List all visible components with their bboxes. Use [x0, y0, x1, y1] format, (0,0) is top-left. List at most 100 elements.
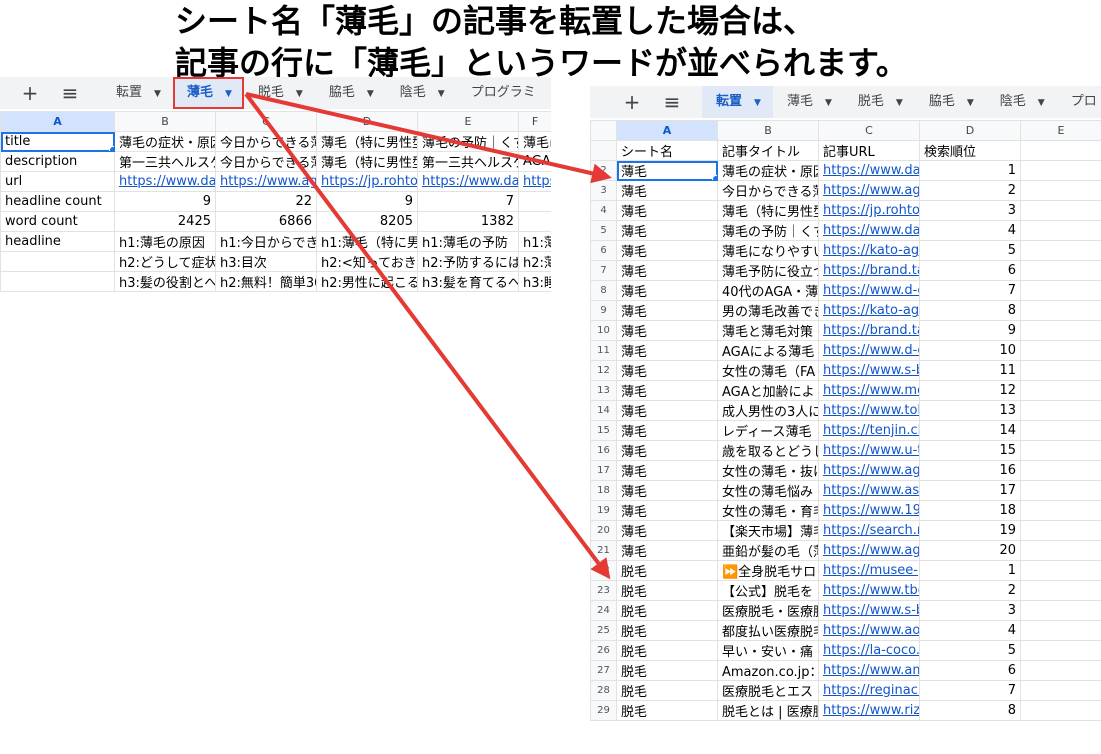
url-cell[interactable]: https://www.aoba [818, 620, 920, 641]
empty-cell[interactable] [1020, 200, 1101, 221]
table-cell[interactable]: 今日からできる薄 [215, 151, 317, 172]
caret-down-icon[interactable]: ▼ [967, 98, 974, 108]
row-number[interactable]: 22 [590, 560, 617, 581]
header-cell[interactable]: シート名 [616, 140, 718, 161]
empty-cell[interactable] [1020, 220, 1101, 241]
title-cell[interactable]: 今日からできる薄 [717, 180, 819, 201]
title-cell[interactable]: 女性の薄毛悩み [717, 480, 819, 501]
title-cell[interactable]: 薄毛の予防｜くす [717, 220, 819, 241]
rank-cell[interactable]: 6 [919, 660, 1021, 681]
title-cell[interactable]: 40代のAGA・薄 [717, 280, 819, 301]
table-cell[interactable]: 薄毛の予防｜くす [417, 131, 519, 152]
caret-down-icon[interactable]: ▼ [296, 89, 303, 99]
table-cell[interactable]: 第一三共ヘルスケ [114, 151, 216, 172]
rank-cell[interactable]: 16 [919, 460, 1021, 481]
sheet-name-cell[interactable]: 薄毛 [616, 360, 718, 381]
sheet-name-cell[interactable]: 薄毛 [616, 180, 718, 201]
url-cell[interactable]: https://kato-aga- [818, 240, 920, 261]
title-cell[interactable]: AGAと加齢によ [717, 380, 819, 401]
url-cell[interactable]: https://la-coco.cc [818, 640, 920, 661]
table-cell[interactable]: 薄毛（特に男性型 [316, 131, 418, 152]
row-label-cell[interactable]: headline [0, 231, 115, 252]
table-cell[interactable]: 第一三共ヘルスケ [417, 151, 519, 172]
title-cell[interactable]: 医療脱毛・医療脱 [717, 600, 819, 621]
url-cell[interactable]: https://www.d-cli [818, 280, 920, 301]
url-cell[interactable]: https://www.mou [818, 380, 920, 401]
empty-cell[interactable] [1020, 180, 1101, 201]
row-number[interactable]: 2 [590, 160, 617, 181]
title-cell[interactable]: 【公式】脱毛を [717, 580, 819, 601]
table-cell[interactable]: 7 [417, 191, 519, 212]
sheet-tab[interactable]: 脇毛 ▼ [315, 77, 386, 109]
rank-cell[interactable]: 4 [919, 220, 1021, 241]
sheet-name-cell[interactable]: 薄毛 [616, 200, 718, 221]
caret-down-icon[interactable]: ▼ [825, 98, 832, 108]
url-cell[interactable]: https://www.agas [818, 460, 920, 481]
sheet-name-cell[interactable]: 薄毛 [616, 220, 718, 241]
sheet-name-cell[interactable]: 薄毛 [616, 260, 718, 281]
column-header[interactable] [590, 120, 617, 141]
table-cell[interactable]: h2:予防するには [417, 251, 519, 272]
empty-cell[interactable] [1020, 640, 1101, 661]
row-number[interactable]: 11 [590, 340, 617, 361]
rank-cell[interactable]: 8 [919, 700, 1021, 721]
caret-down-icon[interactable]: ▼ [367, 89, 374, 99]
table-cell[interactable]: https://www.daiic [114, 171, 216, 192]
row-number[interactable]: 3 [590, 180, 617, 201]
row-number[interactable]: 5 [590, 220, 617, 241]
add-sheet-button[interactable]: + [618, 86, 646, 118]
title-cell[interactable]: 【楽天市場】薄毛 [717, 520, 819, 541]
column-header[interactable]: C [818, 120, 920, 141]
header-cell[interactable]: 検索順位 [919, 140, 1021, 161]
row-number[interactable]: 15 [590, 420, 617, 441]
sheet-name-cell[interactable]: 薄毛 [616, 520, 718, 541]
table-cell[interactable]: 薄毛（特に男性型 [316, 151, 418, 172]
empty-cell[interactable] [1020, 620, 1101, 641]
column-header[interactable]: D [316, 111, 418, 132]
rank-cell[interactable]: 1 [919, 560, 1021, 581]
title-cell[interactable]: Amazon.co.jp：脱 [717, 660, 819, 681]
row-label-cell[interactable]: word count [0, 211, 115, 232]
empty-cell[interactable] [1020, 520, 1101, 541]
table-cell[interactable]: 薄毛に [518, 131, 551, 152]
row-number[interactable]: 19 [590, 500, 617, 521]
empty-cell[interactable] [1020, 440, 1101, 461]
sheet-name-cell[interactable]: 脱毛 [616, 680, 718, 701]
empty-cell[interactable] [1020, 400, 1101, 421]
empty-cell[interactable] [1020, 460, 1101, 481]
sheet-name-cell[interactable]: 薄毛 [616, 280, 718, 301]
row-label-cell[interactable] [0, 251, 115, 272]
title-cell[interactable]: 早い・安い・痛 [717, 640, 819, 661]
sheet-tab[interactable]: 脱毛 ▼ [844, 86, 915, 118]
rank-cell[interactable]: 3 [919, 200, 1021, 221]
table-cell[interactable]: 1382 [417, 211, 519, 232]
title-cell[interactable]: 薄毛と薄毛対策 [717, 320, 819, 341]
empty-cell[interactable] [1020, 580, 1101, 601]
column-header[interactable]: C [215, 111, 317, 132]
sheet-tab[interactable]: 転置 ▼ [102, 77, 173, 109]
rank-cell[interactable]: 7 [919, 680, 1021, 701]
rank-cell[interactable]: 17 [919, 480, 1021, 501]
sheet-name-cell[interactable]: 脱毛 [616, 600, 718, 621]
sheet-tab[interactable]: 薄毛 ▼ [773, 86, 844, 118]
empty-cell[interactable] [1020, 140, 1101, 161]
caret-down-icon[interactable]: ▼ [225, 89, 232, 99]
url-cell[interactable]: https://www.ama [818, 660, 920, 681]
table-cell[interactable]: 薄毛の症状・原因 [114, 131, 216, 152]
url-cell[interactable]: https://kato-aga- [818, 300, 920, 321]
table-cell[interactable]: https://www.agas [215, 171, 317, 192]
table-cell[interactable]: https://jp.rohto.co [316, 171, 418, 192]
rank-cell[interactable]: 4 [919, 620, 1021, 641]
rank-cell[interactable]: 1 [919, 160, 1021, 181]
url-cell[interactable]: https://www.tbc.c [818, 580, 920, 601]
table-cell[interactable]: h2:男性に起こる [316, 271, 418, 292]
title-cell[interactable]: 医療脱毛とエス [717, 680, 819, 701]
url-cell[interactable]: https://reginaclin [818, 680, 920, 701]
url-cell[interactable]: https://www.asah [818, 480, 920, 501]
empty-cell[interactable] [1020, 380, 1101, 401]
row-number[interactable]: 7 [590, 260, 617, 281]
url-cell[interactable]: https://www.agas [818, 180, 920, 201]
title-cell[interactable]: 都度払い医療脱毛 [717, 620, 819, 641]
caret-down-icon[interactable]: ▼ [896, 98, 903, 108]
rank-cell[interactable]: 14 [919, 420, 1021, 441]
